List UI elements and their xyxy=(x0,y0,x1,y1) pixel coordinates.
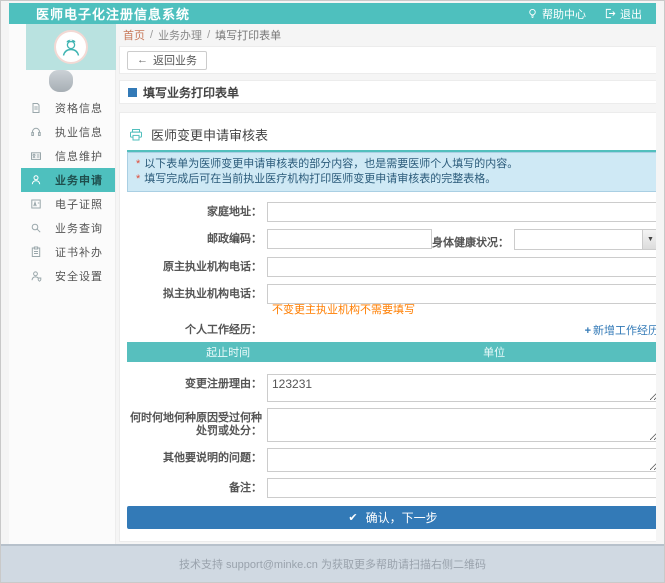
user-icon xyxy=(30,174,42,186)
work-history-label: 个人工作经历： xyxy=(127,324,267,337)
document-icon xyxy=(30,102,42,114)
notice-box: *以下表单为医师变更申请审核表的部分内容，也是需要医师个人填写的内容。 *填写完… xyxy=(127,152,656,192)
breadcrumb: 首页 / 业务办理 / 填写打印表单 xyxy=(119,24,656,46)
check-icon: ✔ xyxy=(348,511,357,524)
sidebar-nav: 资格信息 执业信息 xyxy=(9,96,115,288)
doctor-icon xyxy=(58,34,84,60)
id-card-icon xyxy=(30,150,42,162)
other-issues-label: 其他要说明的问题： xyxy=(127,448,267,465)
column-header-organization: 单位 xyxy=(329,342,656,362)
headset-icon xyxy=(30,126,42,138)
footer-support-text: 技术支持 support@minke.cn 为获取更多帮助请扫描右侧二维码 xyxy=(179,556,486,572)
health-status-label: 身体健康状况： xyxy=(432,229,514,250)
asterisk-icon: * xyxy=(136,158,140,170)
chevron-down-icon[interactable]: ▼ xyxy=(642,230,656,249)
sidebar-item-business-query[interactable]: 业务查询 xyxy=(21,216,115,240)
avatar-block xyxy=(26,24,116,70)
add-work-history-link[interactable]: +新增工作经历 xyxy=(585,322,656,338)
back-arrow-icon: ← xyxy=(137,54,148,66)
punishment-textarea[interactable] xyxy=(267,408,656,442)
work-history-table-header: 起止时间 单位 xyxy=(127,342,656,362)
change-reason-textarea[interactable]: 123231 xyxy=(267,374,656,402)
lightbulb-icon xyxy=(527,8,538,20)
toolbar: ← 返回业务 xyxy=(119,46,656,74)
proposed-org-phone-label: 拟主执业机构电话： xyxy=(127,284,267,301)
avatar-shadow xyxy=(49,70,73,92)
home-address-input[interactable] xyxy=(267,202,656,222)
plus-icon: + xyxy=(585,325,591,337)
health-status-select[interactable]: ▼ xyxy=(514,229,656,250)
sidebar-item-practice-info[interactable]: 执业信息 xyxy=(21,120,115,144)
section-square-icon xyxy=(128,88,137,97)
sidebar-item-security-settings[interactable]: 安全设置 xyxy=(21,264,115,288)
sidebar: 资格信息 执业信息 xyxy=(9,24,116,544)
breadcrumb-business[interactable]: 业务办理 xyxy=(158,27,202,43)
postal-code-label: 邮政编码： xyxy=(127,229,267,246)
remarks-label: 备注： xyxy=(127,478,267,495)
breadcrumb-home[interactable]: 首页 xyxy=(123,27,145,43)
certificate-icon xyxy=(30,198,42,210)
printer-icon xyxy=(129,128,143,142)
home-address-label: 家庭地址： xyxy=(127,202,267,219)
form-panel: 医师变更申请审核表 *以下表单为医师变更申请审核表的部分内容，也是需要医师个人填… xyxy=(119,112,656,542)
user-shield-icon xyxy=(30,270,42,282)
change-reason-label: 变更注册理由： xyxy=(127,374,267,391)
back-to-business-button[interactable]: ← 返回业务 xyxy=(127,51,207,70)
notice-line: *以下表单为医师变更申请审核表的部分内容，也是需要医师个人填写的内容。 xyxy=(136,157,650,172)
avatar xyxy=(54,30,88,64)
top-bar: 医师电子化注册信息系统 帮助中心 退出 xyxy=(9,3,656,24)
notice-line: *填写完成后可在当前执业医疗机构打印医师变更申请审核表的完整表格。 xyxy=(136,172,650,187)
sidebar-item-info-maintenance[interactable]: 信息维护 xyxy=(21,144,115,168)
form-title: 医师变更申请审核表 xyxy=(151,125,268,144)
app-title: 医师电子化注册信息系统 xyxy=(9,4,190,23)
postal-code-input[interactable] xyxy=(267,229,432,249)
remarks-input[interactable] xyxy=(267,478,656,498)
app-window: 医师电子化注册信息系统 帮助中心 退出 xyxy=(0,0,665,583)
sidebar-item-electronic-certificate[interactable]: 电子证照 xyxy=(21,192,115,216)
sidebar-item-qualification-info[interactable]: 资格信息 xyxy=(21,96,115,120)
logout-icon xyxy=(604,8,616,19)
confirm-next-button[interactable]: ✔ 确认，下一步 xyxy=(127,506,656,529)
clipboard-icon xyxy=(30,246,42,258)
original-org-phone-label: 原主执业机构电话： xyxy=(127,257,267,274)
other-issues-textarea[interactable] xyxy=(267,448,656,472)
breadcrumb-separator: / xyxy=(207,29,210,41)
breadcrumb-current: 填写打印表单 xyxy=(215,27,281,43)
logout-link[interactable]: 退出 xyxy=(604,6,642,22)
help-center-link[interactable]: 帮助中心 xyxy=(527,6,586,22)
page-title: 填写业务打印表单 xyxy=(143,84,239,101)
breadcrumb-separator: / xyxy=(150,29,153,41)
section-header: 填写业务打印表单 xyxy=(119,80,656,104)
form-title-row: 医师变更申请审核表 xyxy=(127,123,656,152)
search-icon xyxy=(30,222,42,234)
asterisk-icon: * xyxy=(136,173,140,185)
original-org-phone-input[interactable] xyxy=(267,257,656,277)
column-header-period: 起止时间 xyxy=(127,342,329,362)
footer: 技术支持 support@minke.cn 为获取更多帮助请扫描右侧二维码 xyxy=(1,544,664,582)
punishment-label: 何时何地何种原因受过何种处罚或处分： xyxy=(127,408,267,438)
sidebar-item-certificate-reissue[interactable]: 证书补办 xyxy=(21,240,115,264)
sidebar-item-business-application[interactable]: 业务申请 xyxy=(21,168,115,192)
